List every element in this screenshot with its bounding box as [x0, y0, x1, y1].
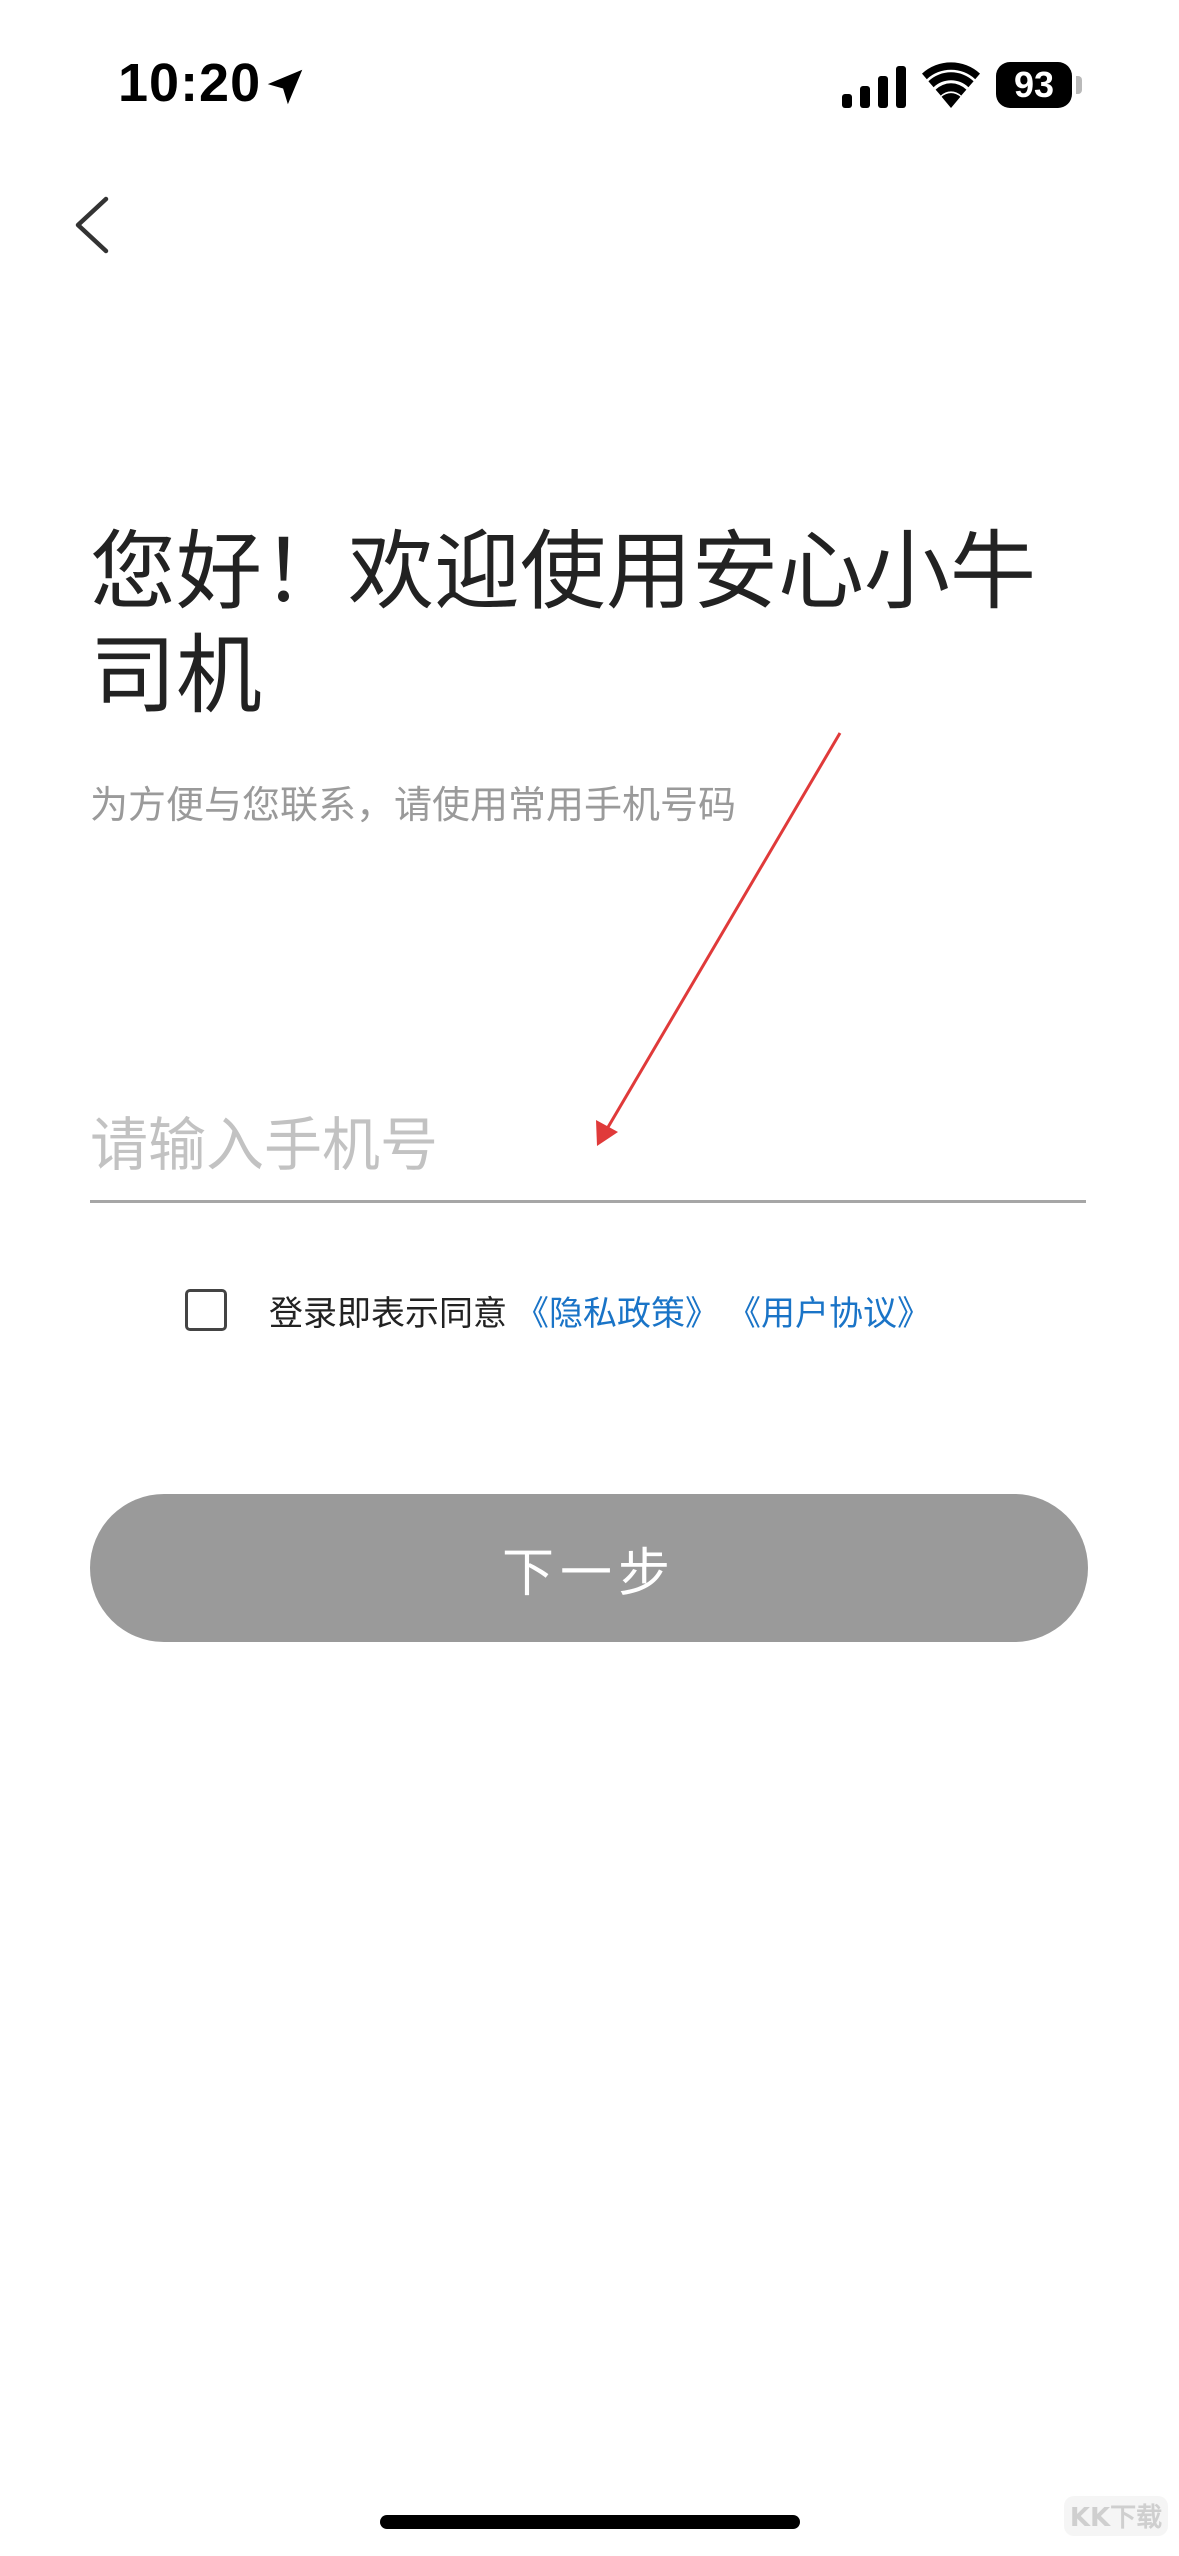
- agree-checkbox[interactable]: [185, 1289, 227, 1331]
- phone-number-input[interactable]: [90, 1090, 1086, 1203]
- kk-download-watermark-logo: KK下载: [1064, 2496, 1168, 2536]
- back-button[interactable]: [60, 185, 130, 265]
- battery-tip: [1076, 76, 1082, 94]
- welcome-subtitle: 为方便与您联系，请使用常用手机号码: [90, 783, 737, 827]
- location-arrow-icon: [267, 69, 303, 105]
- status-time: 10:20: [118, 53, 262, 113]
- user-agreement-link[interactable]: 《用户协议》: [727, 1286, 931, 1335]
- annotation-arrow-icon: [596, 732, 842, 1146]
- home-indicator: [380, 2515, 800, 2529]
- next-step-button[interactable]: 下一步: [90, 1494, 1088, 1642]
- svg-text:KK下载: KK下载: [1070, 2503, 1162, 2533]
- chevron-left-icon: [75, 196, 109, 254]
- login-screen: 10:20 93 您好！欢迎使用安心小牛司机 为方便与您联系，请使用常用手机号码: [0, 0, 1179, 2556]
- privacy-policy-link[interactable]: 《隐私政策》: [515, 1286, 719, 1335]
- cellular-signal-icon: [842, 66, 906, 108]
- battery-indicator: 93: [996, 62, 1072, 108]
- welcome-title: 您好！欢迎使用安心小牛司机: [90, 522, 1036, 726]
- status-bar: 10:20 93: [0, 0, 1179, 170]
- wifi-icon: [922, 62, 980, 108]
- agreement-row: 登录即表示同意 《隐私政策》 《用户协议》: [185, 1285, 931, 1335]
- agreement-text: 登录即表示同意: [269, 1293, 507, 1334]
